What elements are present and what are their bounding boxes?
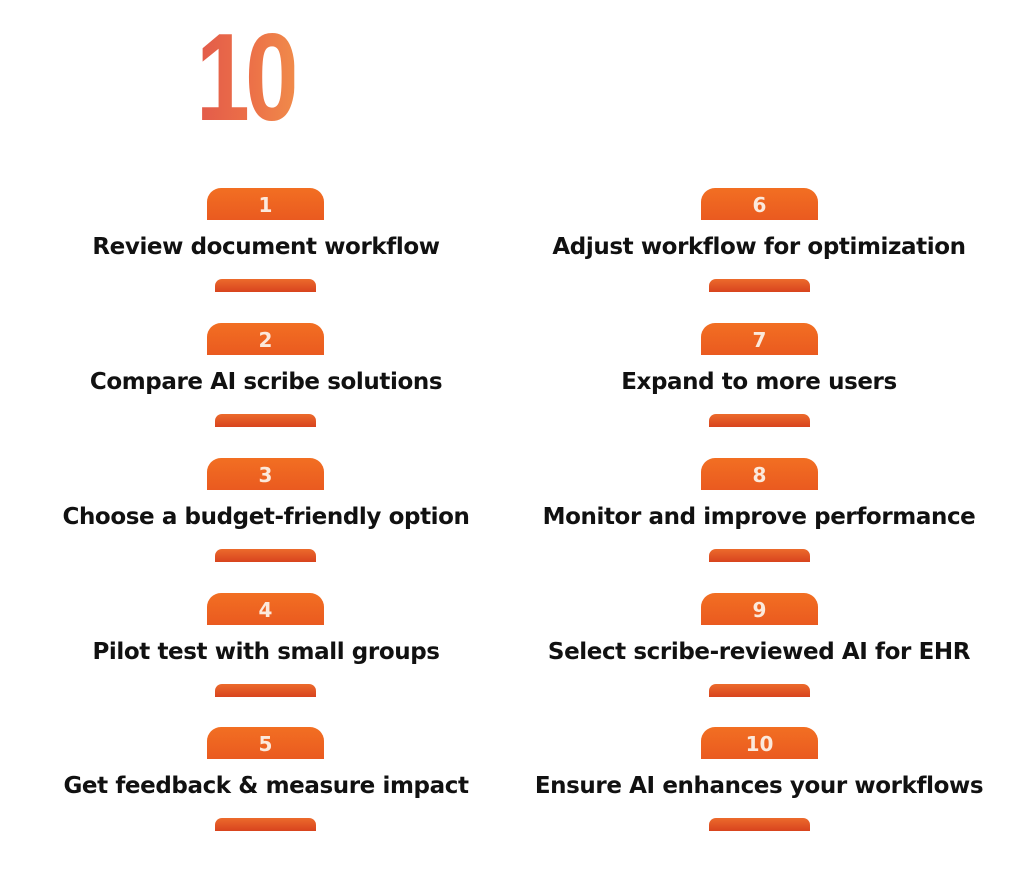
step-item: 7 Expand to more users xyxy=(503,323,1015,433)
step-title: Expand to more users xyxy=(621,369,897,395)
step-title: Compare AI scribe solutions xyxy=(89,369,443,395)
step-underline-bar xyxy=(215,684,316,697)
step-number-badge: 9 xyxy=(701,593,818,625)
step-number-badge: 4 xyxy=(207,593,324,625)
step-number-badge: 10 xyxy=(701,727,818,759)
step-title: Get feedback & measure impact xyxy=(63,773,469,799)
step-item: 6 Adjust workflow for optimization xyxy=(503,188,1015,298)
step-number-badge: 3 xyxy=(207,458,324,490)
step-title: Choose a budget-friendly option xyxy=(62,504,470,530)
step-number-badge: 7 xyxy=(701,323,818,355)
step-number-badge: 5 xyxy=(207,727,324,759)
step-title: Adjust workflow for optimization xyxy=(552,234,966,260)
step-item: 4 Pilot test with small groups xyxy=(10,593,522,703)
step-underline-bar xyxy=(709,414,810,427)
step-title: Ensure AI enhances your workflows xyxy=(534,773,984,799)
headline-number: 10 xyxy=(196,9,299,147)
step-item: 8 Monitor and improve performance xyxy=(503,458,1015,568)
step-underline-bar xyxy=(709,279,810,292)
step-item: 2 Compare AI scribe solutions xyxy=(10,323,522,433)
step-underline-bar xyxy=(215,414,316,427)
step-number-badge: 2 xyxy=(207,323,324,355)
step-number-badge: 1 xyxy=(207,188,324,220)
step-underline-bar xyxy=(215,818,316,831)
step-item: 10 Ensure AI enhances your workflows xyxy=(503,727,1015,837)
step-title: Review document workflow xyxy=(92,234,440,260)
step-underline-bar xyxy=(215,279,316,292)
step-title: Monitor and improve performance xyxy=(542,504,976,530)
step-title: Pilot test with small groups xyxy=(92,639,440,665)
step-underline-bar xyxy=(709,684,810,697)
step-underline-bar xyxy=(709,818,810,831)
step-underline-bar xyxy=(215,549,316,562)
step-item: 3 Choose a budget-friendly option xyxy=(10,458,522,568)
step-title: Select scribe-reviewed AI for EHR xyxy=(547,639,971,665)
step-item: 1 Review document workflow xyxy=(10,188,522,298)
step-number-badge: 6 xyxy=(701,188,818,220)
step-underline-bar xyxy=(709,549,810,562)
step-item: 5 Get feedback & measure impact xyxy=(10,727,522,837)
step-item: 9 Select scribe-reviewed AI for EHR xyxy=(503,593,1015,703)
step-number-badge: 8 xyxy=(701,458,818,490)
